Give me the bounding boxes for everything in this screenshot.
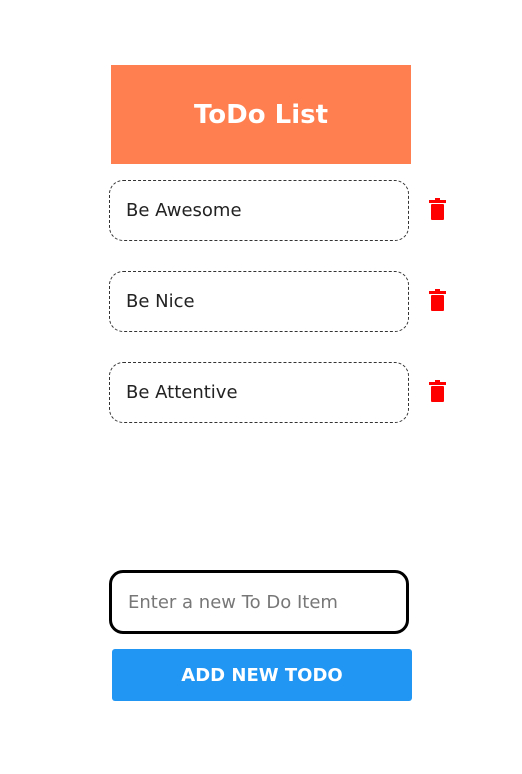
todo-text: Be Awesome (126, 200, 242, 221)
todo-text: Be Nice (126, 291, 195, 312)
todo-text: Be Attentive (126, 382, 238, 403)
page-title: ToDo List (111, 65, 411, 164)
todo-item[interactable]: Be Awesome (109, 180, 409, 241)
todo-item[interactable]: Be Attentive (109, 362, 409, 423)
title-text: ToDo List (193, 99, 329, 130)
new-todo-input[interactable] (109, 570, 409, 634)
trash-icon[interactable] (429, 289, 446, 311)
trash-icon[interactable] (429, 380, 446, 402)
todo-item[interactable]: Be Nice (109, 271, 409, 332)
trash-icon[interactable] (429, 198, 446, 220)
add-todo-button[interactable]: ADD NEW TODO (112, 649, 412, 701)
